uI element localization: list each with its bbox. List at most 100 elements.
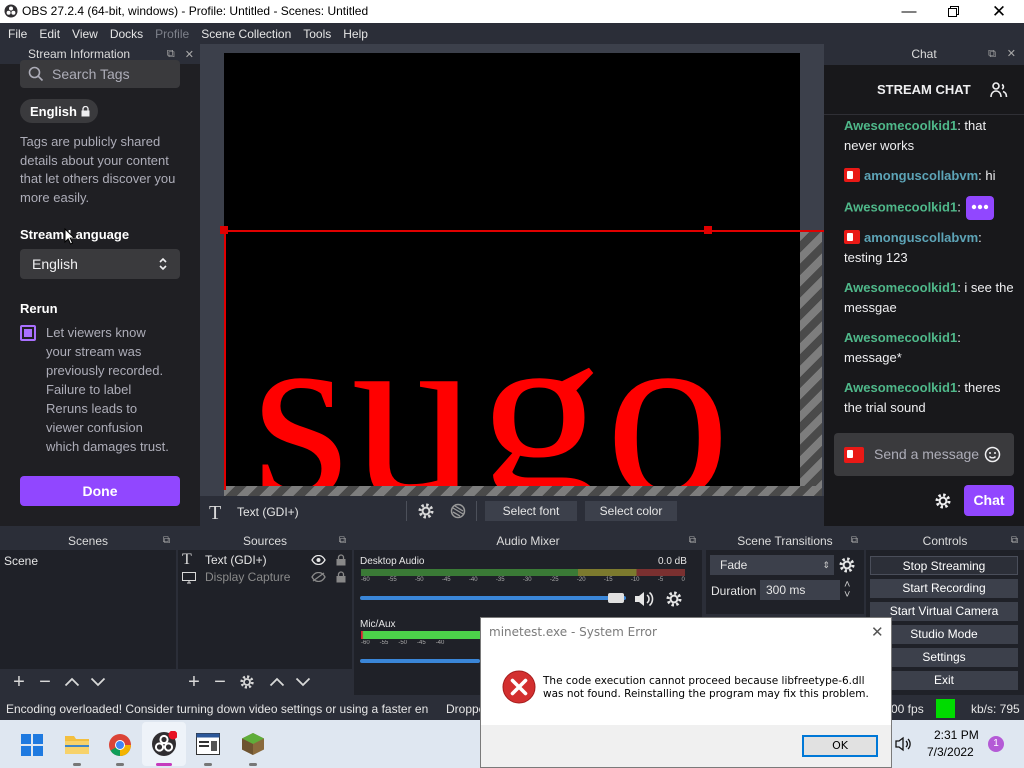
- file-explorer-icon[interactable]: [64, 733, 90, 755]
- add-icon[interactable]: +: [6, 671, 32, 694]
- chrome-icon[interactable]: [108, 733, 132, 757]
- rerun-checkbox[interactable]: [20, 325, 36, 341]
- menu-view[interactable]: View: [66, 27, 104, 41]
- text-source-icon: T: [182, 551, 192, 568]
- error-icon: [502, 670, 536, 704]
- scene-item[interactable]: Scene: [0, 552, 174, 570]
- volume-slider-handle[interactable]: [608, 593, 624, 603]
- settings-button[interactable]: Settings: [870, 648, 1018, 667]
- chat-send-button[interactable]: Chat: [964, 485, 1014, 516]
- volume-slider[interactable]: [360, 593, 626, 603]
- gear-icon[interactable]: [838, 556, 856, 574]
- float-icon[interactable]: ⧉: [163, 532, 170, 550]
- move-up-icon[interactable]: [64, 677, 90, 687]
- close-icon[interactable]: ✕: [185, 48, 194, 61]
- bitrate-readout: kb/s: 795: [971, 702, 1020, 716]
- float-icon[interactable]: ⧉: [851, 532, 858, 550]
- speaker-icon[interactable]: [634, 590, 656, 608]
- minimize-button[interactable]: —: [886, 0, 932, 23]
- gear-icon[interactable]: [417, 502, 435, 520]
- gear-icon[interactable]: [233, 674, 263, 690]
- menu-scene-collection[interactable]: Scene Collection: [195, 27, 297, 41]
- ok-button[interactable]: OK: [802, 735, 878, 757]
- dialog-title-bar[interactable]: minetest.exe - System Error ✕: [481, 618, 891, 646]
- dock-title: Stream Information: [28, 47, 131, 61]
- chat-settings-gear-icon[interactable]: [934, 492, 952, 510]
- select-color-button[interactable]: Select color: [585, 501, 677, 521]
- rerun-description: Let viewers know your stream was previou…: [46, 325, 169, 454]
- volume-slider[interactable]: [360, 659, 480, 663]
- clock-date[interactable]: 7/3/2022: [927, 745, 974, 759]
- float-icon[interactable]: ⧉: [988, 44, 996, 65]
- rerun-label: Rerun: [20, 301, 58, 316]
- title-bar[interactable]: OBS 27.2.4 (64-bit, windows) - Profile: …: [0, 0, 1024, 23]
- clock-time[interactable]: 2:31 PM: [934, 728, 979, 742]
- scene-transitions-dock: Scene Transitions ⧉ Fade ⇕ Duration 300 m…: [706, 532, 864, 614]
- remove-icon[interactable]: −: [207, 671, 233, 694]
- move-down-icon[interactable]: [90, 677, 116, 687]
- resize-handle[interactable]: [704, 226, 712, 234]
- dialog-close-icon[interactable]: ✕: [871, 623, 884, 641]
- lock-icon[interactable]: [336, 571, 346, 583]
- volume-icon[interactable]: [895, 736, 913, 752]
- select-font-button[interactable]: Select font: [485, 501, 577, 521]
- source-item[interactable]: T Text (GDI+): [178, 551, 352, 569]
- filters-icon[interactable]: [450, 503, 466, 519]
- menu-profile[interactable]: Profile: [149, 27, 195, 41]
- users-icon[interactable]: [990, 81, 1008, 99]
- menu-tools[interactable]: Tools: [297, 27, 337, 41]
- visibility-hidden-eye-icon[interactable]: [311, 572, 326, 582]
- done-button[interactable]: Done: [20, 476, 180, 506]
- float-icon[interactable]: ⧉: [167, 48, 175, 61]
- lock-icon[interactable]: [336, 554, 346, 566]
- move-up-icon[interactable]: [269, 677, 295, 687]
- close-button[interactable]: ✕: [976, 0, 1022, 23]
- chevron-updown-icon[interactable]: ˄ ˅: [844, 580, 850, 601]
- text-source-icon: T: [209, 502, 222, 524]
- float-icon[interactable]: ⧉: [339, 532, 346, 550]
- duration-label: Duration: [711, 584, 757, 598]
- transition-select[interactable]: Fade ⇕: [710, 555, 834, 575]
- maximize-button[interactable]: [930, 0, 976, 23]
- notification-badge[interactable]: 1: [988, 736, 1004, 752]
- source-context-bar: T Text (GDI+) Select font Select color: [200, 496, 824, 526]
- source-item[interactable]: Display Capture: [178, 569, 352, 586]
- start-virtual-camera-button[interactable]: Start Virtual Camera: [870, 602, 1018, 621]
- start-recording-button[interactable]: Start Recording: [870, 579, 1018, 598]
- remove-icon[interactable]: −: [32, 671, 58, 694]
- menu-help[interactable]: Help: [337, 27, 374, 41]
- gear-icon[interactable]: [665, 590, 683, 608]
- search-tags-input[interactable]: Search Tags: [20, 60, 180, 88]
- menu-file[interactable]: File: [2, 27, 33, 41]
- stream-language-select[interactable]: English: [20, 249, 180, 279]
- emoji-icon[interactable]: [984, 446, 1001, 463]
- stop-streaming-button[interactable]: Stop Streaming: [870, 556, 1018, 575]
- minetest-icon[interactable]: [241, 732, 265, 756]
- language-value: English: [32, 256, 78, 272]
- resize-handle[interactable]: [220, 226, 228, 234]
- chat-input[interactable]: Send a message: [834, 433, 1014, 476]
- source-selection-box[interactable]: [224, 230, 824, 490]
- move-down-icon[interactable]: [295, 677, 321, 687]
- obs-taskbar-icon[interactable]: [151, 731, 177, 757]
- language-tag[interactable]: English: [20, 99, 98, 123]
- chat-input-placeholder: Send a message: [874, 446, 980, 462]
- broadcaster-badge-icon: [844, 447, 864, 463]
- float-icon[interactable]: ⧉: [689, 532, 696, 550]
- close-icon[interactable]: ✕: [1007, 44, 1016, 65]
- taskbar-indicator: [73, 763, 81, 766]
- chat-header: STREAM CHAT: [824, 65, 1024, 115]
- add-icon[interactable]: +: [181, 671, 207, 694]
- windows-start-icon[interactable]: [21, 734, 43, 756]
- sources-toolbar: + −: [178, 669, 352, 695]
- menu-docks[interactable]: Docks: [104, 27, 149, 41]
- lock-icon: [81, 105, 90, 117]
- exit-button[interactable]: Exit: [870, 671, 1018, 690]
- duration-input[interactable]: 300 ms: [760, 580, 840, 600]
- menu-edit[interactable]: Edit: [33, 27, 66, 41]
- studio-mode-button[interactable]: Studio Mode: [870, 625, 1018, 644]
- chat-message: Awesomecoolkid1: theres the trial sound: [844, 380, 1001, 415]
- app-window-icon[interactable]: [196, 733, 220, 755]
- float-icon[interactable]: ⧉: [1011, 532, 1018, 550]
- visibility-eye-icon[interactable]: [311, 555, 326, 565]
